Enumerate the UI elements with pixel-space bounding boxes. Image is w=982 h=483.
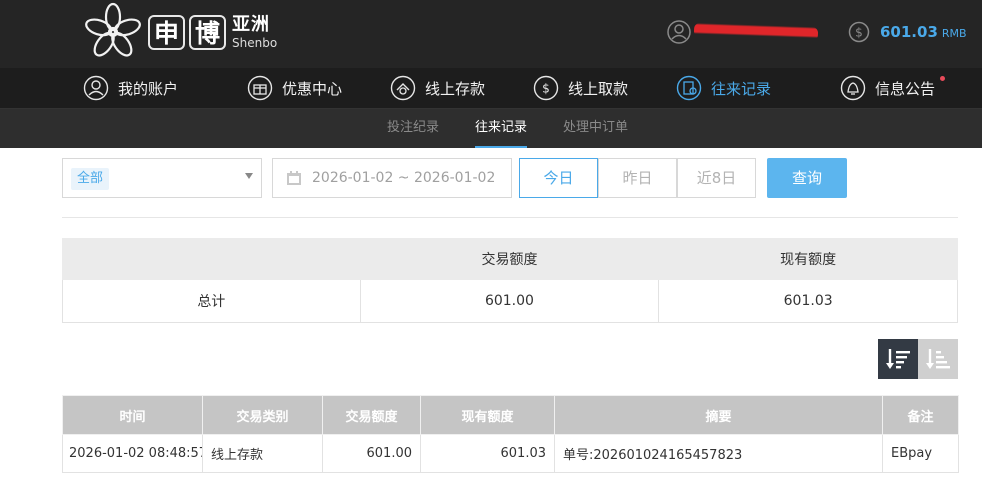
- nav-label: 线上存款: [425, 79, 486, 98]
- tab-bet-records[interactable]: 投注纪录: [387, 109, 439, 148]
- col-header-note[interactable]: 备注: [882, 395, 959, 435]
- tab-transaction-records[interactable]: 往来记录: [475, 109, 528, 148]
- selected-type-tag: 全部: [71, 168, 110, 190]
- summary-table: 交易额度 现有额度 总计 601.00 601.03: [62, 238, 958, 323]
- col-header-amount[interactable]: 交易额度: [322, 395, 421, 435]
- svg-text:$: $: [542, 82, 550, 96]
- nav-label: 信息公告: [875, 79, 936, 98]
- summary-total-row: 总计 601.00 601.03: [62, 279, 958, 323]
- range-today-button[interactable]: 今日: [519, 158, 598, 198]
- cell-summary: 单号:202601024165457823: [554, 434, 883, 473]
- brand-char-1: 申: [148, 14, 185, 50]
- summary-header-row: 交易额度 现有额度: [62, 238, 958, 280]
- nav-label: 我的账户: [118, 79, 179, 98]
- nav-item-records[interactable]: 往来记录: [676, 68, 771, 108]
- cell-note: EBpay: [882, 434, 959, 473]
- type-select[interactable]: 全部: [62, 158, 262, 198]
- nav-item-online-withdraw[interactable]: $ 线上取款: [533, 68, 628, 108]
- chevron-down-icon: [245, 173, 253, 179]
- range-yesterday-button[interactable]: 昨日: [598, 158, 677, 198]
- table-row[interactable]: 2026-01-02 08:48:57 线上存款 601.00 601.03 单…: [62, 434, 959, 473]
- gift-icon: [247, 75, 273, 101]
- brand-logo[interactable]: 申 博 亚洲 Shenbo: [82, 2, 277, 62]
- user-icon: [83, 75, 109, 101]
- nav-label: 优惠中心: [282, 79, 343, 98]
- withdraw-icon: $: [533, 75, 559, 101]
- summary-header-transaction: 交易额度: [359, 238, 660, 280]
- filter-divider: [62, 217, 958, 218]
- nav-item-my-account[interactable]: 我的账户: [83, 68, 178, 108]
- col-header-summary[interactable]: 摘要: [554, 395, 883, 435]
- cell-category: 线上存款: [202, 434, 323, 473]
- bell-icon: [840, 75, 866, 101]
- records-header-row: 时间 交易类别 交易额度 现有额度 摘要 备注: [62, 395, 959, 435]
- summary-header-current: 现有额度: [658, 238, 958, 280]
- brand-char-2: 博: [189, 14, 226, 50]
- balance-value: 601.03: [880, 23, 938, 41]
- date-range-input[interactable]: 2026-01-02 ~ 2026-01-02: [272, 158, 512, 198]
- records-table: 时间 交易类别 交易额度 现有额度 摘要 备注 2026-01-02 08:48…: [62, 395, 959, 473]
- sub-nav: 投注纪录 往来记录 处理中订单: [0, 109, 982, 148]
- nav-label: 往来记录: [711, 79, 772, 98]
- nav-item-online-deposit[interactable]: 线上存款: [390, 68, 485, 108]
- summary-total-label: 总计: [62, 279, 361, 323]
- calendar-icon: [287, 171, 301, 185]
- summary-header-blank: [62, 238, 361, 280]
- nav-label: 线上取款: [568, 79, 629, 98]
- col-header-balance[interactable]: 现有额度: [420, 395, 555, 435]
- nav-item-promotions[interactable]: 优惠中心: [247, 68, 342, 108]
- account-balance: 601.03 RMB: [880, 23, 967, 41]
- balance-currency: RMB: [941, 27, 967, 40]
- range-last8days-button[interactable]: 近8日: [677, 158, 756, 198]
- svg-text:$: $: [855, 26, 863, 40]
- brand-text: 亚洲 Shenbo: [232, 13, 278, 50]
- notification-dot: [940, 76, 946, 81]
- summary-total-current: 601.03: [658, 279, 958, 323]
- top-bar: 申 博 亚洲 Shenbo $ 601.03 RMB: [0, 0, 982, 68]
- query-button[interactable]: 查询: [767, 158, 847, 198]
- main-nav: 我的账户 优惠中心 线上存款 $ 线上取款 往来记录 信息公告: [0, 68, 982, 109]
- brand-cn: 亚洲: [232, 13, 270, 35]
- summary-total-transaction: 601.00: [359, 279, 660, 323]
- deposit-icon: [390, 75, 416, 101]
- sort-descending-icon: [886, 349, 910, 369]
- sort-descending-button[interactable]: [878, 339, 918, 379]
- flower-logo-icon: [85, 2, 141, 57]
- brand-en: Shenbo: [232, 35, 278, 50]
- cell-time: 2026-01-02 08:48:57: [62, 434, 203, 473]
- user-zone: $ 601.03 RMB: [666, 14, 967, 50]
- cell-amount: 601.00: [322, 434, 421, 473]
- nav-item-announcements[interactable]: 信息公告: [840, 68, 946, 108]
- sort-ascending-icon: [926, 349, 950, 369]
- redacted-username: [693, 22, 819, 42]
- sort-ascending-button[interactable]: [918, 339, 958, 379]
- col-header-time[interactable]: 时间: [62, 395, 203, 435]
- cell-balance: 601.03: [420, 434, 555, 473]
- col-header-category[interactable]: 交易类别: [202, 395, 323, 435]
- records-icon: [676, 75, 702, 101]
- coin-icon: $: [848, 21, 870, 43]
- date-range-value: 2026-01-02 ~ 2026-01-02: [312, 170, 496, 186]
- user-avatar-icon[interactable]: [666, 19, 692, 45]
- tab-pending-orders[interactable]: 处理中订单: [563, 109, 628, 148]
